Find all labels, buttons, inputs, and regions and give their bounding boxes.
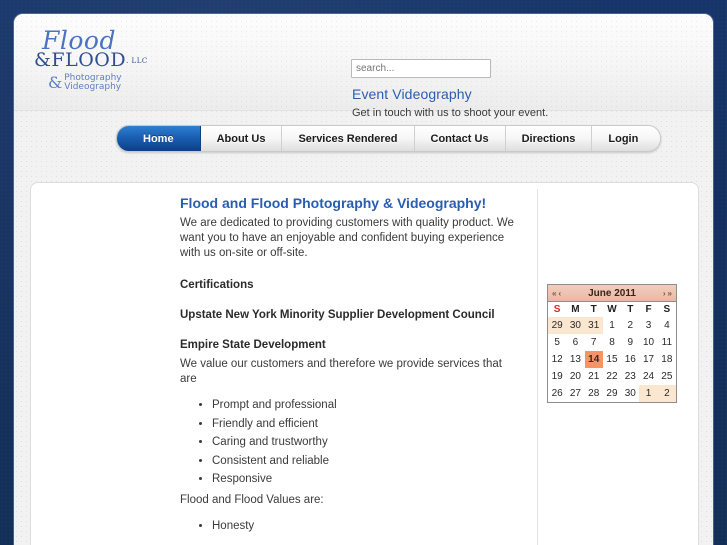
calendar-day-cell[interactable]: 1 <box>603 317 621 334</box>
site-logo[interactable]: Flood &FLOOD. LLC & Photography Videogra… <box>28 28 173 102</box>
list-item: Responsive <box>212 470 515 489</box>
list-item: Prompt and professional <box>212 396 515 415</box>
calendar-day-cell[interactable]: 16 <box>621 351 639 368</box>
calendar-widget: « ‹ June 2011 › » S M T W T F S 29 30 31 1 2… <box>547 284 677 403</box>
certification-item-2: Empire State Development <box>180 338 326 351</box>
calendar-dayname-fri: F <box>639 302 658 317</box>
calendar-day-cell[interactable]: 11 <box>658 334 676 351</box>
certification-item-1: Upstate New York Minority Supplier Devel… <box>180 308 495 321</box>
calendar-day-cell[interactable]: 29 <box>603 385 621 402</box>
calendar-dayname-tue: T <box>584 302 603 317</box>
logo-sub-line2: Videography <box>64 82 122 93</box>
calendar-dayname-sat: S <box>657 302 676 317</box>
search-input[interactable] <box>351 59 491 78</box>
list-item: Caring and trustworthy <box>212 433 515 452</box>
calendar-day-cell[interactable]: 18 <box>658 351 676 368</box>
intro-paragraph: We are dedicated to providing customers … <box>180 216 514 260</box>
calendar-body: 29 30 31 1 2 3 4 5 6 7 8 9 10 11 12 13 14 15 16 17 18 19 20 21 2… <box>548 317 676 402</box>
list-item: Consistent and reliable <box>212 452 515 471</box>
tagline-title: Event Videography <box>352 86 472 102</box>
nav-item-login[interactable]: Login <box>592 126 660 151</box>
calendar-day-cell[interactable]: 3 <box>639 317 657 334</box>
calendar-day-cell[interactable]: 27 <box>566 385 584 402</box>
services-intro-paragraph: We value our customers and therefore we … <box>180 357 502 385</box>
logo-llc-text: . LLC <box>126 57 148 65</box>
calendar-day-cell[interactable]: 7 <box>585 334 603 351</box>
nav-item-about-us[interactable]: About Us <box>201 126 283 151</box>
calendar-day-cell[interactable]: 9 <box>621 334 639 351</box>
calendar-day-cell[interactable]: 30 <box>566 317 585 334</box>
nav-item-directions[interactable]: Directions <box>506 126 593 151</box>
certifications-heading: Certifications <box>180 279 254 292</box>
calendar-day-cell[interactable]: 22 <box>603 368 621 385</box>
calendar-title: June 2011 <box>588 287 636 299</box>
calendar-day-cell[interactable]: 2 <box>657 385 676 402</box>
calendar-day-cell[interactable]: 26 <box>548 385 566 402</box>
calendar-grid: S M T W T F S 29 30 31 1 2 3 4 5 6 7 8 9 10 11 12 13 14 1… <box>548 302 676 402</box>
calendar-day-cell[interactable]: 5 <box>548 334 566 351</box>
calendar-day-cell[interactable]: 23 <box>621 368 639 385</box>
calendar-day-cell[interactable]: 25 <box>658 368 676 385</box>
list-item: Honesty <box>212 517 515 536</box>
site-shell: Flood &FLOOD. LLC & Photography Videogra… <box>14 14 713 545</box>
calendar-week-row: 26 27 28 29 30 1 2 <box>548 385 676 402</box>
logo-ampersand: & <box>34 49 52 71</box>
calendar-dayname-wed: W <box>602 302 622 317</box>
calendar-day-cell[interactable]: 31 <box>584 317 603 334</box>
nav-item-home[interactable]: Home <box>117 126 201 151</box>
calendar-day-cell[interactable]: 20 <box>566 368 584 385</box>
calendar-day-cell[interactable]: 19 <box>548 368 566 385</box>
calendar-day-cell[interactable]: 2 <box>621 317 639 334</box>
calendar-day-cell[interactable]: 21 <box>585 368 603 385</box>
calendar-day-cell[interactable]: 17 <box>639 351 657 368</box>
calendar-week-row: 19 20 21 22 23 24 25 <box>548 368 676 385</box>
column-divider <box>537 189 538 545</box>
logo-main-text: &FLOOD. LLC <box>28 51 173 70</box>
calendar-day-cell[interactable]: 8 <box>603 334 621 351</box>
calendar-week-row: 12 13 14 15 16 17 18 <box>548 351 676 368</box>
calendar-dayname-mon: M <box>566 302 585 317</box>
nav-item-services-rendered[interactable]: Services Rendered <box>282 126 415 151</box>
page-title: Flood and Flood Photography & Videograph… <box>180 195 487 211</box>
values-intro-paragraph: Flood and Flood Values are: <box>180 494 324 507</box>
calendar-day-cell[interactable]: 29 <box>548 317 567 334</box>
calendar-day-cell[interactable]: 24 <box>639 368 657 385</box>
logo-subtitle: & Photography Videography <box>28 73 173 93</box>
calendar-week-row: 29 30 31 1 2 3 4 <box>548 317 676 334</box>
calendar-day-cell[interactable]: 10 <box>639 334 657 351</box>
list-item: Friendly and efficient <box>212 415 515 434</box>
article-body: Flood and Flood Photography & Videograph… <box>180 195 515 536</box>
main-navigation: Home About Us Services Rendered Contact … <box>116 125 662 152</box>
calendar-day-cell[interactable]: 28 <box>585 385 603 402</box>
calendar-dayname-sun: S <box>548 302 567 317</box>
calendar-day-cell[interactable]: 4 <box>658 317 676 334</box>
logo-flood-text: FLOOD <box>51 49 127 71</box>
calendar-day-cell[interactable]: 13 <box>566 351 584 368</box>
calendar-day-selected[interactable]: 14 <box>584 351 603 368</box>
logo-sub-ampersand: & <box>48 73 63 92</box>
calendar-dayname-row: S M T W T F S <box>548 302 676 317</box>
values-list: Honesty <box>180 517 515 536</box>
services-list: Prompt and professional Friendly and eff… <box>180 396 515 489</box>
calendar-day-cell[interactable]: 30 <box>621 385 639 402</box>
calendar-next-year-icon[interactable]: » <box>667 289 673 298</box>
calendar-dayname-thu: T <box>621 302 640 317</box>
calendar-day-cell[interactable]: 1 <box>639 385 658 402</box>
tagline-subtitle: Get in touch with us to shoot your event… <box>352 107 549 119</box>
nav-item-contact-us[interactable]: Contact Us <box>415 126 506 151</box>
calendar-day-cell[interactable]: 15 <box>603 351 621 368</box>
calendar-week-row: 5 6 7 8 9 10 11 <box>548 334 676 351</box>
calendar-day-cell[interactable]: 12 <box>548 351 566 368</box>
calendar-day-cell[interactable]: 6 <box>566 334 584 351</box>
calendar-header: « ‹ June 2011 › » <box>548 285 676 302</box>
